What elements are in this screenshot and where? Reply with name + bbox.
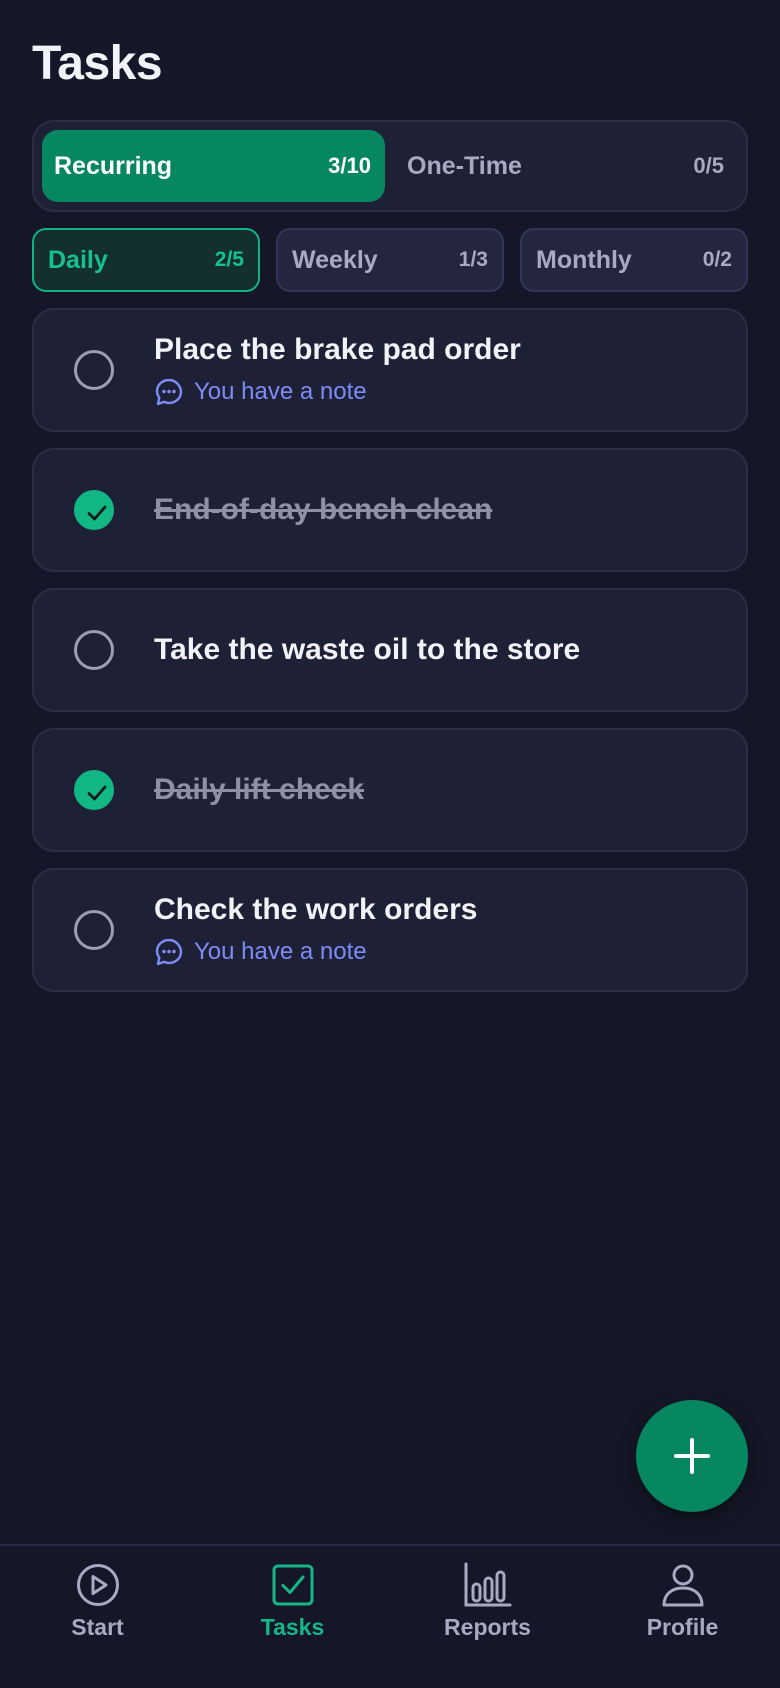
task-card[interactable]: Place the brake pad order You have a not… <box>32 308 748 432</box>
task-checkbox-checked[interactable] <box>74 490 114 530</box>
segment-count: 0/5 <box>693 153 724 178</box>
page-title: Tasks <box>32 37 163 90</box>
filter-count: 1/3 <box>458 248 488 271</box>
task-note[interactable]: You have a note <box>154 937 726 967</box>
note-label: You have a note <box>194 378 367 405</box>
nav-reports[interactable]: Reports <box>390 1546 585 1688</box>
plus-icon <box>674 1438 710 1474</box>
filter-count: 2/5 <box>214 248 244 271</box>
bar-chart-icon <box>464 1562 511 1607</box>
task-card[interactable]: End-of-day bench clean <box>32 448 748 572</box>
task-checkbox[interactable] <box>74 910 114 950</box>
task-card[interactable]: Take the waste oil to the store <box>32 588 748 712</box>
task-text: Daily lift check <box>154 773 726 807</box>
nav-tasks[interactable]: Tasks <box>195 1546 390 1688</box>
filter-daily[interactable]: Daily 2/5 <box>32 228 260 292</box>
task-title: End-of-day bench clean <box>154 493 493 526</box>
task-text: Check the work orders You have a note <box>154 893 726 967</box>
filter-label: Daily <box>48 245 108 274</box>
user-icon <box>662 1564 703 1607</box>
add-task-button[interactable] <box>636 1400 748 1512</box>
task-text: Place the brake pad order You have a not… <box>154 333 726 407</box>
task-card[interactable]: Check the work orders You have a note <box>32 868 748 992</box>
chat-bubble-icon <box>155 938 183 966</box>
segment-one-time[interactable]: One-Time 0/5 <box>395 130 738 202</box>
task-card[interactable]: Daily lift check <box>32 728 748 852</box>
task-title: Take the waste oil to the store <box>154 633 581 666</box>
task-list: Place the brake pad order You have a not… <box>32 308 748 1008</box>
filter-monthly[interactable]: Monthly 0/2 <box>520 228 748 292</box>
task-title: Place the brake pad order <box>154 333 521 366</box>
task-checkbox[interactable] <box>74 350 114 390</box>
task-note[interactable]: You have a note <box>154 377 726 407</box>
checkmark-icon <box>87 785 107 801</box>
filter-count: 0/2 <box>702 248 732 271</box>
task-title: Check the work orders <box>154 893 478 926</box>
task-text: Take the waste oil to the store <box>154 633 726 667</box>
nav-profile[interactable]: Profile <box>585 1546 780 1688</box>
nav-start[interactable]: Start <box>0 1546 195 1688</box>
task-title: Daily lift check <box>154 773 365 806</box>
segment-count: 3/10 <box>328 153 371 178</box>
task-text: End-of-day bench clean <box>154 493 726 527</box>
task-checkbox[interactable] <box>74 630 114 670</box>
bottom-nav: Start Tasks Reports Profile <box>0 1544 780 1688</box>
checkmark-icon <box>87 505 107 521</box>
play-circle-icon <box>76 1564 119 1606</box>
filter-label: Weekly <box>292 245 378 274</box>
nav-label: Reports <box>444 1614 531 1640</box>
segment-recurring[interactable]: Recurring 3/10 <box>42 130 385 202</box>
note-label: You have a note <box>194 938 367 965</box>
checkbox-icon <box>272 1564 313 1606</box>
task-type-segment: Recurring 3/10 One-Time 0/5 <box>32 120 748 212</box>
segment-label: Recurring <box>54 151 173 180</box>
chat-bubble-icon <box>155 378 183 406</box>
frequency-filters: Daily 2/5 Weekly 1/3 Monthly 0/2 <box>32 228 748 292</box>
nav-label: Start <box>71 1614 124 1640</box>
nav-label: Profile <box>646 1614 719 1640</box>
filter-weekly[interactable]: Weekly 1/3 <box>276 228 504 292</box>
task-checkbox-checked[interactable] <box>74 770 114 810</box>
filter-label: Monthly <box>536 245 632 274</box>
segment-label: One-Time <box>407 151 522 180</box>
nav-label: Tasks <box>260 1614 325 1640</box>
